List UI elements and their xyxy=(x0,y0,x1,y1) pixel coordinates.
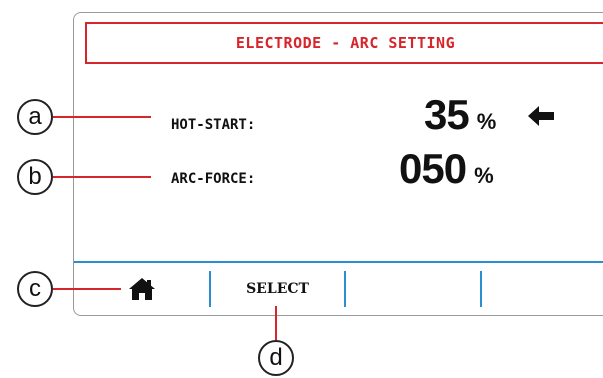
arc-force-number: 050 xyxy=(399,145,467,192)
home-icon xyxy=(128,278,155,300)
callout-d: d xyxy=(258,340,294,376)
callout-a: a xyxy=(17,99,53,135)
hot-start-number: 35 xyxy=(424,91,470,138)
hot-start-label: HOT-START: xyxy=(171,117,256,133)
arrow-left-icon xyxy=(528,106,554,126)
callout-a-leader xyxy=(53,116,151,118)
select-softkey[interactable]: SELECT xyxy=(211,271,344,307)
arc-force-label: ARC-FORCE: xyxy=(171,171,256,187)
page-title: ELECTRODE - ARC SETTING xyxy=(235,34,456,52)
hot-start-unit: % xyxy=(476,109,497,134)
display-screen: ELECTRODE - ARC SETTING HOT-START: 35 % … xyxy=(73,12,603,316)
softkey-3[interactable] xyxy=(346,271,480,307)
arc-force-unit: % xyxy=(474,163,494,188)
callout-b-leader xyxy=(53,176,151,178)
callout-b: b xyxy=(17,159,53,195)
hot-start-value[interactable]: 35 % xyxy=(424,91,496,139)
callout-d-leader xyxy=(275,306,277,340)
select-label: SELECT xyxy=(246,281,309,297)
title-box: ELECTRODE - ARC SETTING xyxy=(85,22,603,64)
arc-force-value[interactable]: 050 % xyxy=(399,145,494,193)
softkey-divider xyxy=(74,261,603,263)
callout-c: c xyxy=(17,271,53,307)
callout-c-leader xyxy=(53,288,121,290)
softkey-4[interactable] xyxy=(482,271,603,307)
